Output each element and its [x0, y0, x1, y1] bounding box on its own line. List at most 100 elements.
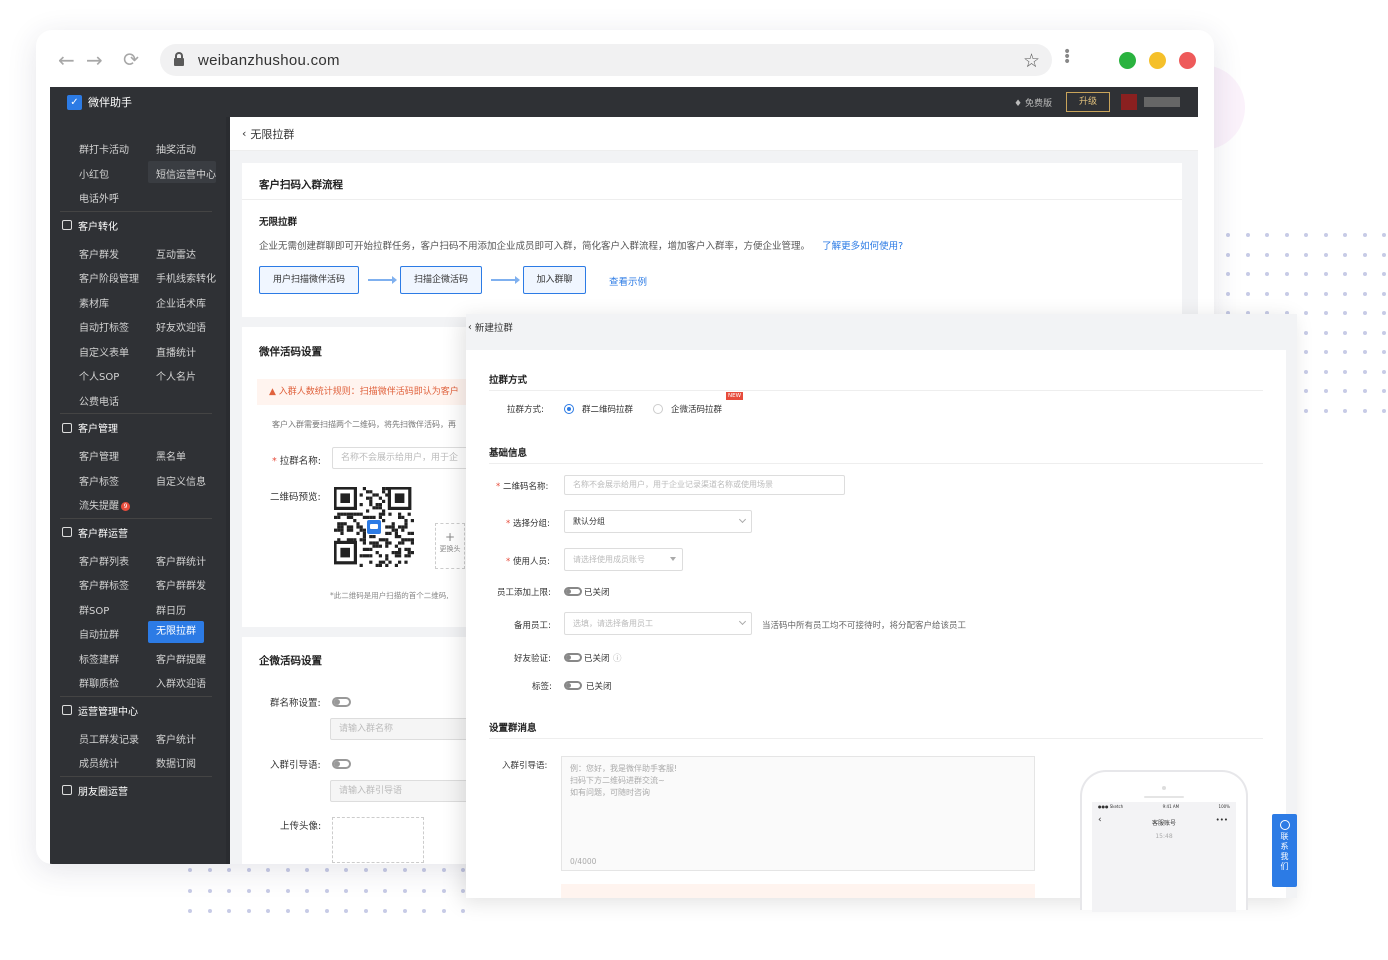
- window-yellow-light[interactable]: [1149, 52, 1166, 69]
- sidebar-item[interactable]: 素材库: [79, 295, 109, 310]
- sidebar-item[interactable]: 客户群统计: [156, 553, 206, 568]
- decorative-dots: [188, 868, 481, 930]
- warning-banner: ▲ 入群人数统计规则：扫描微伴活码即认为客户: [257, 379, 497, 405]
- sidebar-item[interactable]: 入群欢迎语: [156, 675, 206, 690]
- sidebar-item[interactable]: 自定义表单: [79, 344, 129, 359]
- verify-state: 已关闭: [584, 654, 610, 664]
- sidebar-item[interactable]: 抽奖活动: [156, 141, 196, 156]
- sidebar-section-title[interactable]: 朋友圈运营: [62, 783, 128, 798]
- limit-toggle[interactable]: [564, 587, 582, 596]
- forward-arrow-icon[interactable]: →: [86, 50, 103, 70]
- breadcrumb[interactable]: ‹ 无限拉群: [230, 117, 1198, 151]
- sidebar-item[interactable]: 个人SOP: [79, 368, 119, 383]
- weiban-card-title: 微伴活码设置: [259, 346, 322, 358]
- radio-qr-group[interactable]: [564, 404, 574, 414]
- section-icon: [62, 220, 72, 230]
- window-green-light[interactable]: [1119, 52, 1136, 69]
- new-badge: NEW: [726, 392, 743, 400]
- sidebar-item[interactable]: 客户群标签: [79, 577, 129, 592]
- sidebar-item[interactable]: 黑名单: [156, 448, 186, 463]
- radio-qiwei-code[interactable]: [653, 404, 663, 414]
- option-qiwei-code[interactable]: 企微活码拉群: [671, 403, 722, 415]
- sidebar-item[interactable]: 公费电话: [79, 393, 119, 408]
- group-select[interactable]: 默认分组: [564, 510, 752, 533]
- sidebar-item[interactable]: 成员统计: [79, 755, 119, 770]
- learn-more-link[interactable]: 了解更多如何使用?: [822, 241, 903, 252]
- group-name-input[interactable]: 名称不会展示给用户，用于企: [332, 447, 482, 469]
- option-qr-group[interactable]: 群二维码拉群: [582, 403, 633, 415]
- sidebar-section-title[interactable]: 客户管理: [62, 420, 118, 435]
- sidebar-item[interactable]: 客户统计: [156, 731, 196, 746]
- sidebar-item[interactable]: 自定义信息: [156, 473, 206, 488]
- sidebar-item[interactable]: 数据订阅: [156, 755, 196, 770]
- bookmark-star-icon[interactable]: ☆: [1023, 50, 1040, 72]
- sidebar-item[interactable]: 直播统计: [156, 344, 196, 359]
- back-chevron-icon[interactable]: ‹: [242, 127, 246, 140]
- verify-label: 好友验证:: [514, 654, 551, 664]
- sidebar-item[interactable]: 企业话术库: [156, 295, 206, 310]
- sidebar-item[interactable]: 互动雷达: [156, 246, 196, 261]
- sidebar-item[interactable]: 自动拉群: [79, 626, 119, 641]
- phone-preview: ●●● Sketch 9:41 AM 100% ‹ 客服账号 ••• 15:48: [1080, 770, 1248, 912]
- phone-screen: ●●● Sketch 9:41 AM 100% ‹ 客服账号 ••• 15:48: [1092, 802, 1236, 912]
- menu-kebab-icon[interactable]: • • •: [1063, 45, 1071, 69]
- sidebar-item[interactable]: 客户阶段管理: [79, 270, 139, 285]
- guide-input[interactable]: 请输入群引导语: [330, 780, 480, 802]
- back-chevron-icon[interactable]: ‹: [468, 322, 472, 333]
- sidebar-item[interactable]: 客户群提醒: [156, 651, 206, 666]
- sidebar-item[interactable]: 好友欢迎语: [156, 319, 206, 334]
- sidebar-item[interactable]: 群日历: [156, 602, 186, 617]
- sidebar-item[interactable]: 小红包: [79, 166, 109, 181]
- modal-breadcrumb[interactable]: ‹ 新建拉群: [466, 314, 1297, 340]
- qr-name-input[interactable]: 名称不会展示给用户，用于企业记录渠道名称或使用场景: [564, 475, 845, 495]
- sidebar-section-title[interactable]: 运营管理中心: [62, 703, 138, 718]
- sidebar-item[interactable]: 流失提醒 9: [79, 497, 130, 512]
- sidebar-item[interactable]: 员工群发记录: [79, 731, 139, 746]
- sidebar-item[interactable]: 群聊质检: [79, 675, 119, 690]
- guide-toggle[interactable]: [332, 759, 351, 769]
- msg-section-title: 设置群消息: [489, 723, 537, 734]
- chevron-down-icon: [738, 515, 747, 524]
- sidebar-item[interactable]: 标签建群: [79, 651, 119, 666]
- sidebar-item[interactable]: 电话外呼: [79, 190, 119, 205]
- sidebar-item[interactable]: 客户群发: [79, 246, 119, 261]
- flow-card-title: 客户扫码入群流程: [259, 179, 343, 191]
- group-select-label: * 选择分组:: [506, 519, 550, 529]
- staff-select[interactable]: 请选择使用成员账号: [564, 548, 683, 571]
- replace-avatar-button[interactable]: + 更换头: [435, 523, 465, 569]
- tag-toggle[interactable]: [564, 681, 582, 690]
- address-bar[interactable]: weibanzhushou.com ☆: [160, 44, 1052, 76]
- window-red-light[interactable]: [1179, 52, 1196, 69]
- sidebar-item[interactable]: 客户群群发: [156, 577, 206, 592]
- avatar[interactable]: [1121, 94, 1137, 110]
- qr-note: *此二维码是用户扫描的首个二维码,: [330, 591, 449, 600]
- group-name-toggle[interactable]: [332, 697, 351, 707]
- tag-label: 标签:: [532, 682, 552, 692]
- qr-code-image: [334, 487, 414, 567]
- verify-toggle[interactable]: [564, 653, 582, 662]
- sidebar-item[interactable]: 群打卡活动: [79, 141, 129, 156]
- back-arrow-icon[interactable]: ←: [58, 50, 75, 70]
- guide-textarea[interactable]: 例：您好，我是微伴助手客服! 扫码下方二维码进群交流~ 如有问题，可随时咨询: [561, 756, 1035, 871]
- backup-select[interactable]: 选填，请选择备用员工: [564, 612, 752, 635]
- flow-subtitle: 无限拉群: [259, 217, 298, 228]
- sidebar-section-title[interactable]: 客户转化: [62, 218, 118, 233]
- sidebar-item[interactable]: 短信运营中心: [156, 166, 216, 181]
- sidebar-section-title[interactable]: 客户群运营: [62, 525, 128, 540]
- sidebar-item-active[interactable]: 无限拉群: [148, 621, 204, 643]
- sidebar-item[interactable]: 客户群列表: [79, 553, 129, 568]
- reload-icon[interactable]: ⟳: [123, 50, 139, 70]
- group-name-setting-input[interactable]: 请输入群名称: [330, 718, 480, 740]
- sidebar-item[interactable]: 客户管理: [79, 448, 119, 463]
- sidebar-item[interactable]: 群SOP: [79, 602, 109, 617]
- sidebar-item[interactable]: 个人名片: [156, 368, 196, 383]
- backup-label: 备用员工:: [514, 621, 551, 631]
- view-example-link[interactable]: 查看示例: [609, 274, 647, 288]
- sidebar-item[interactable]: 自动打标签: [79, 319, 129, 334]
- upgrade-button[interactable]: 升级: [1066, 92, 1110, 112]
- upload-avatar-box[interactable]: [332, 817, 424, 863]
- sidebar-item[interactable]: 客户标签: [79, 473, 119, 488]
- contact-us-button[interactable]: 联系我们: [1272, 814, 1297, 887]
- sidebar-item[interactable]: 手机线索转化: [156, 270, 216, 285]
- help-icon[interactable]: ⓘ: [613, 652, 622, 664]
